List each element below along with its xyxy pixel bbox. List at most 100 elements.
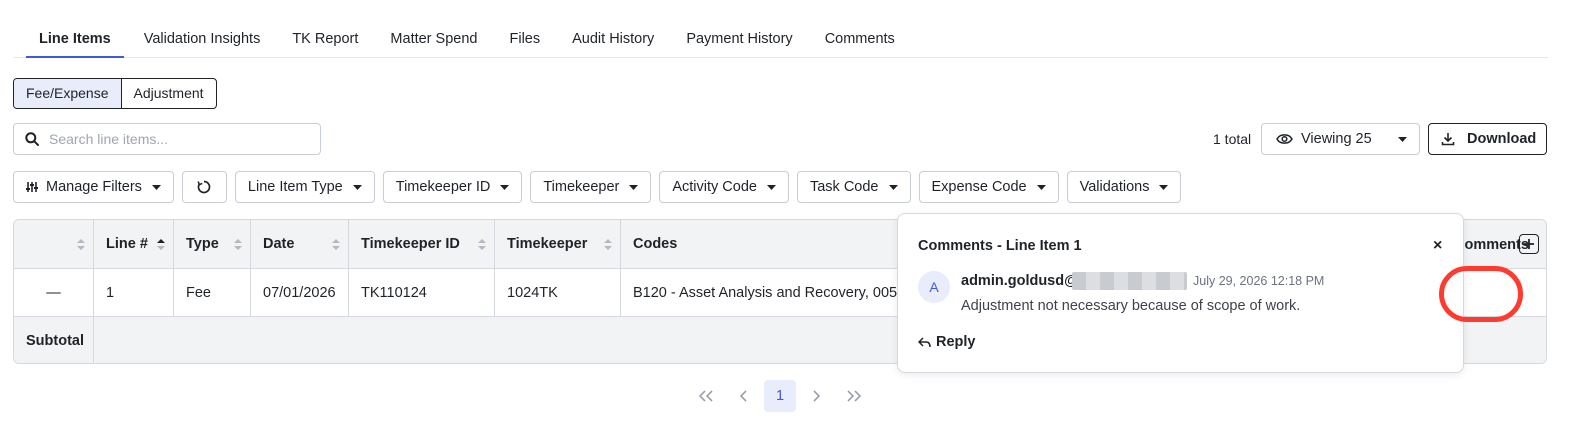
caret-down-icon bbox=[1036, 184, 1046, 190]
timekeeper-id-label: Timekeeper ID bbox=[395, 179, 491, 195]
codes-header-label: Codes bbox=[633, 236, 678, 252]
timekeeper-header-label: Timekeeper bbox=[507, 236, 588, 252]
activity-code-label: Activity Code bbox=[672, 179, 757, 195]
caret-down-icon bbox=[888, 184, 898, 190]
date-header[interactable]: Date bbox=[251, 220, 349, 268]
type-cell: Fee bbox=[174, 269, 251, 316]
sort-ascending-icon bbox=[157, 239, 165, 250]
caret-down-icon bbox=[500, 184, 510, 190]
next-page-button[interactable] bbox=[801, 380, 833, 412]
filter-bar: Manage Filters Line Item Type Timekeeper… bbox=[13, 171, 1182, 203]
validations-filter[interactable]: Validations bbox=[1066, 171, 1182, 203]
double-chevron-left-icon bbox=[698, 390, 714, 402]
caret-down-icon bbox=[1159, 184, 1169, 190]
timekeeper-id-header-label: Timekeeper ID bbox=[361, 236, 460, 252]
chevron-right-icon bbox=[813, 390, 821, 402]
chevron-left-icon bbox=[739, 390, 747, 402]
task-code-filter[interactable]: Task Code bbox=[796, 171, 911, 203]
codes-header[interactable]: Codes bbox=[621, 220, 911, 268]
tab-tk-report[interactable]: TK Report bbox=[280, 22, 370, 58]
tab-audit-history[interactable]: Audit History bbox=[560, 22, 666, 58]
timekeeper-id-filter[interactable]: Timekeeper ID bbox=[382, 171, 523, 203]
pagination: 1 bbox=[690, 380, 875, 412]
reply-icon bbox=[918, 336, 931, 348]
comment-author: admin.goldusd@ bbox=[961, 273, 1079, 289]
task-code-label: Task Code bbox=[809, 179, 879, 195]
comment-text: Adjustment not necessary because of scop… bbox=[961, 298, 1301, 314]
sort-icon bbox=[234, 239, 242, 250]
comments-header: Comments bbox=[1454, 220, 1529, 269]
last-page-button[interactable] bbox=[838, 380, 870, 412]
sort-icon bbox=[478, 239, 486, 250]
sort-icon bbox=[332, 239, 340, 250]
subtotal-label: Subtotal bbox=[14, 317, 94, 363]
timekeeper-label: Timekeeper bbox=[543, 179, 620, 195]
date-header-label: Date bbox=[263, 236, 295, 252]
tab-line-items[interactable]: Line Items bbox=[26, 22, 124, 58]
expense-code-filter[interactable]: Expense Code bbox=[918, 171, 1059, 203]
comments-header-label: Comments bbox=[1454, 236, 1529, 253]
double-chevron-right-icon bbox=[846, 390, 862, 402]
line-item-kind-toggle: Fee/Expense Adjustment bbox=[13, 78, 217, 109]
refresh-button[interactable] bbox=[181, 171, 227, 203]
timekeeper-filter[interactable]: Timekeeper bbox=[530, 171, 652, 203]
reply-label: Reply bbox=[936, 334, 976, 350]
total-count: 1 total bbox=[1213, 131, 1252, 147]
type-header[interactable]: Type bbox=[174, 220, 251, 268]
adjustment-toggle[interactable]: Adjustment bbox=[122, 79, 216, 108]
popover-title: Comments - Line Item 1 bbox=[918, 238, 1082, 254]
add-column-button[interactable] bbox=[1519, 234, 1539, 254]
close-icon[interactable]: × bbox=[1433, 238, 1442, 254]
caret-down-icon bbox=[352, 184, 362, 190]
search-box bbox=[13, 123, 321, 155]
date-cell: 07/01/2026 bbox=[251, 269, 349, 316]
tab-comments[interactable]: Comments bbox=[813, 22, 907, 58]
codes-cell: B120 - Asset Analysis and Recovery, 005 bbox=[633, 284, 898, 301]
expense-code-label: Expense Code bbox=[931, 179, 1027, 195]
search-icon bbox=[25, 132, 39, 146]
manage-filters-label: Manage Filters bbox=[46, 179, 142, 195]
tab-bar: Line Items Validation Insights TK Report… bbox=[14, 22, 1548, 58]
validations-label: Validations bbox=[1079, 179, 1150, 195]
timekeeper-id-header[interactable]: Timekeeper ID bbox=[349, 220, 495, 268]
manage-filters-button[interactable]: Manage Filters bbox=[13, 171, 174, 203]
avatar: A bbox=[918, 271, 950, 303]
first-page-button[interactable] bbox=[690, 380, 722, 412]
tab-payment-history[interactable]: Payment History bbox=[674, 22, 804, 58]
reply-button[interactable]: Reply bbox=[918, 334, 976, 350]
refresh-icon bbox=[197, 180, 211, 194]
timekeeper-id-cell: TK110124 bbox=[349, 269, 495, 316]
line-number-header-label: Line # bbox=[106, 236, 148, 252]
eye-icon bbox=[1276, 133, 1293, 145]
select-column-header[interactable] bbox=[14, 220, 94, 268]
sort-icon bbox=[77, 239, 85, 250]
comments-popover: Comments - Line Item 1 × A admin.goldusd… bbox=[897, 213, 1464, 373]
comment-timestamp: July 29, 2026 12:18 PM bbox=[1193, 274, 1325, 288]
tab-validation-insights[interactable]: Validation Insights bbox=[132, 22, 273, 58]
tab-matter-spend[interactable]: Matter Spend bbox=[378, 22, 489, 58]
download-button[interactable]: Download bbox=[1428, 123, 1547, 155]
page-size-label: Viewing 25 bbox=[1301, 131, 1372, 147]
sliders-icon bbox=[26, 181, 38, 193]
activity-code-filter[interactable]: Activity Code bbox=[659, 171, 789, 203]
fee-expense-toggle[interactable]: Fee/Expense bbox=[14, 79, 122, 108]
tab-files[interactable]: Files bbox=[497, 22, 552, 58]
sort-icon bbox=[604, 239, 612, 250]
page-button-current[interactable]: 1 bbox=[764, 380, 796, 412]
caret-down-icon bbox=[629, 184, 639, 190]
caret-down-icon bbox=[151, 184, 161, 190]
page-size-select[interactable]: Viewing 25 bbox=[1261, 123, 1420, 155]
line-number-header[interactable]: Line # bbox=[94, 220, 174, 268]
download-icon bbox=[1441, 132, 1455, 146]
timekeeper-header[interactable]: Timekeeper bbox=[495, 220, 621, 268]
line-number-cell: 1 bbox=[94, 269, 174, 316]
search-input[interactable] bbox=[47, 130, 297, 148]
redacted-email-segment bbox=[1072, 272, 1187, 290]
row-select-cell[interactable]: — bbox=[14, 269, 94, 316]
download-label: Download bbox=[1467, 131, 1537, 147]
caret-down-icon bbox=[1398, 137, 1407, 142]
line-item-type-label: Line Item Type bbox=[247, 179, 343, 195]
previous-page-button[interactable] bbox=[727, 380, 759, 412]
line-item-type-filter[interactable]: Line Item Type bbox=[234, 171, 375, 203]
caret-down-icon bbox=[766, 184, 776, 190]
